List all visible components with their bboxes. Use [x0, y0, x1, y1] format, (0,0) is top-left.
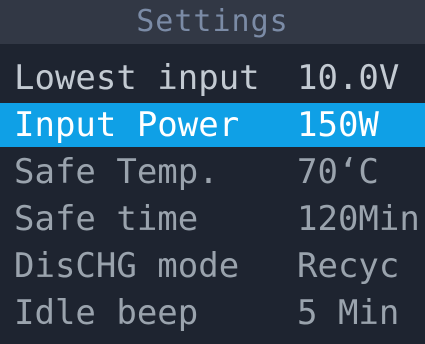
menu-item-lowest-input[interactable]: Lowest input 10.0V [0, 56, 425, 100]
menu-item-idle-beep[interactable]: Idle beep 5 Min [0, 291, 425, 335]
page-title: Settings [136, 4, 289, 39]
menu-item-label: Safe time [14, 199, 199, 239]
menu-item-value: 120Min [297, 199, 420, 239]
settings-screen: Settings Lowest input 10.0V Input Power … [0, 0, 425, 344]
menu-item-value: 150W [297, 105, 379, 145]
menu-item-value: Recyc [297, 246, 400, 286]
menu-item-value: 10.0V [297, 58, 400, 98]
menu-item-safe-time[interactable]: Safe time 120Min [0, 197, 425, 241]
menu-item-label: Lowest input [14, 58, 260, 98]
settings-menu: Lowest input 10.0V Input Power 150W Safe… [0, 56, 425, 338]
menu-item-safe-temp[interactable]: Safe Temp. 70‘C [0, 150, 425, 194]
menu-item-label: Input Power [14, 105, 240, 145]
menu-item-label: Idle beep [14, 293, 199, 333]
menu-item-value: 5 Min [297, 293, 400, 333]
menu-item-dischg-mode[interactable]: DisCHG mode Recyc [0, 244, 425, 288]
menu-item-label: DisCHG mode [14, 246, 240, 286]
menu-item-value: 70‘C [297, 152, 379, 192]
title-bar: Settings [0, 0, 425, 44]
menu-item-input-power[interactable]: Input Power 150W [0, 103, 425, 147]
menu-item-label: Safe Temp. [14, 152, 219, 192]
